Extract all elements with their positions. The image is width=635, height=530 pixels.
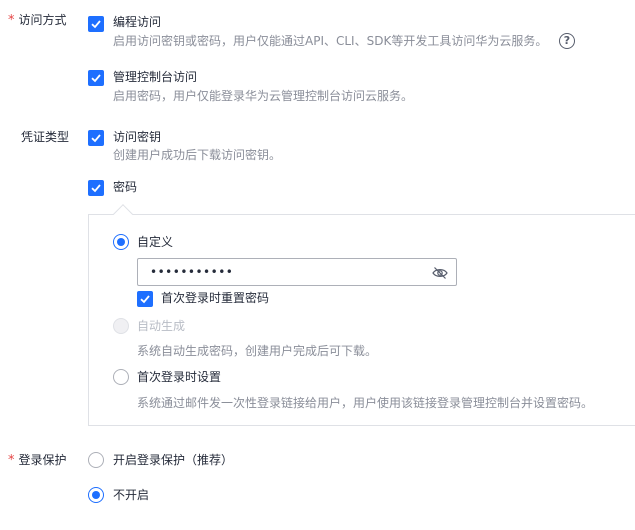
access-key-desc: 创建用户成功后下载访问密钥。 [113,148,282,162]
required-star: * [8,13,15,28]
check-icon [91,20,101,29]
disable-login-protection-radio[interactable] [88,487,104,503]
disable-login-protection-label: 不开启 [113,488,150,502]
credential-type-label: 凭证类型 [21,130,70,144]
programmatic-access-desc: 启用访问密钥或密码，用户仅能通过API、CLI、SDK等开发工具访问华为云服务。 [113,34,548,48]
access-method-label-text: 访问方式 [18,13,67,27]
auto-generate-desc: 系统自动生成密码，创建用户完成后可下载。 [137,344,378,358]
question-circle-icon[interactable]: ? [559,33,575,49]
access-method-label: * 访问方式 [8,12,67,29]
access-key-checkbox[interactable] [88,130,104,146]
password-value: ••••••••••• [150,265,234,279]
custom-password-label: 自定义 [137,235,174,249]
check-icon [91,74,101,83]
check-icon [91,134,101,143]
auto-generate-label: 自动生成 [137,319,186,333]
first-login-set-desc: 系统通过邮件发一次性登录链接给用户，用户使用该链接登录管理控制台并设置密码。 [137,396,594,410]
auto-generate-radio[interactable] [113,318,129,334]
password-checkbox[interactable] [88,180,104,196]
check-icon [140,295,150,304]
console-access-desc: 启用密码，用户仅能登录华为云管理控制台访问云服务。 [113,89,414,103]
enable-login-protection-label: 开启登录保护（推荐） [113,453,234,467]
programmatic-access-checkbox[interactable] [88,16,104,32]
check-icon [91,184,101,193]
enable-login-protection-radio[interactable] [88,452,104,468]
access-key-title: 访问密钥 [113,130,162,144]
password-input[interactable]: ••••••••••• [137,258,457,286]
password-title: 密码 [113,180,138,194]
programmatic-access-title: 编程访问 [113,15,162,29]
custom-password-radio[interactable] [113,234,129,250]
login-protection-label: * 登录保护 [8,452,67,469]
eye-off-icon[interactable] [432,266,448,280]
login-protection-label-text: 登录保护 [18,453,67,467]
reset-on-first-login-label: 首次登录时重置密码 [161,291,270,305]
required-star: * [8,453,15,468]
first-login-set-label: 首次登录时设置 [137,370,222,384]
console-access-title: 管理控制台访问 [113,70,198,84]
reset-on-first-login-checkbox[interactable] [137,291,153,307]
first-login-set-radio[interactable] [113,369,129,385]
console-access-checkbox[interactable] [88,70,104,86]
